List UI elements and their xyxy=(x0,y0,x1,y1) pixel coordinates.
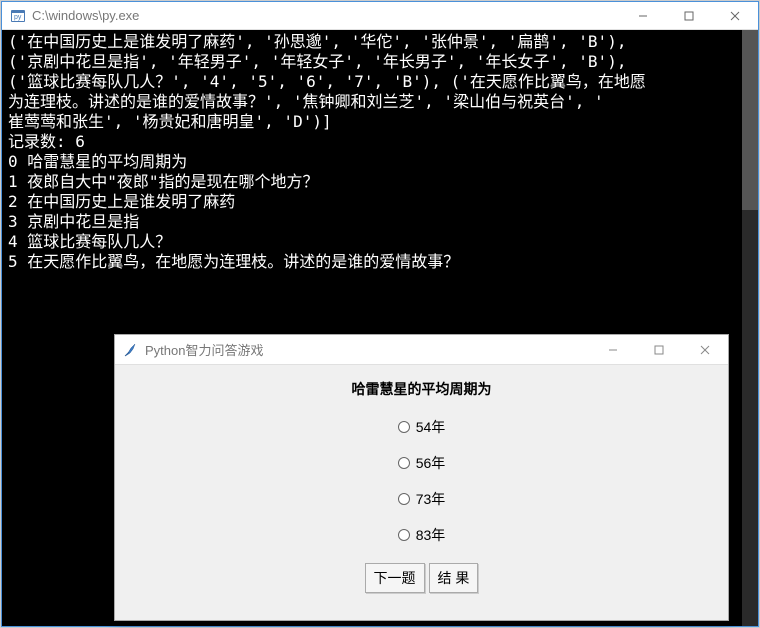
feather-icon xyxy=(123,342,139,358)
console-text: ('在中国历史上是谁发明了麻药', '孙思邈', '华佗', '张仲景', '扁… xyxy=(8,32,646,271)
console-scrollbar-thumb[interactable] xyxy=(742,30,758,210)
options-group: 54年 56年 73年 83年 xyxy=(115,417,728,545)
console-window-controls xyxy=(620,2,758,29)
quiz-window: Python智力问答游戏 哈雷慧星的平均周期为 54年 56年 xyxy=(114,334,729,621)
option-2[interactable]: 56年 xyxy=(398,453,446,473)
option-label: 54年 xyxy=(416,417,446,437)
maximize-button[interactable] xyxy=(666,2,712,30)
next-button[interactable]: 下一题 xyxy=(365,563,425,593)
console-titlebar: py C:\windows\py.exe xyxy=(2,2,758,30)
quiz-body: 哈雷慧星的平均周期为 54年 56年 73年 83年 下一题 结 果 xyxy=(115,365,728,593)
svg-text:py: py xyxy=(14,14,22,21)
radio-icon xyxy=(398,529,410,541)
quiz-title: Python智力问答游戏 xyxy=(145,340,590,359)
minimize-button[interactable] xyxy=(620,2,666,30)
option-label: 83年 xyxy=(416,525,446,545)
option-4[interactable]: 83年 xyxy=(398,525,446,545)
action-buttons: 下一题 结 果 xyxy=(115,563,728,593)
console-app-icon: py xyxy=(10,8,26,24)
quiz-maximize-button[interactable] xyxy=(636,335,682,365)
option-label: 73年 xyxy=(416,489,446,509)
console-title: C:\windows\py.exe xyxy=(32,8,620,23)
radio-icon xyxy=(398,493,410,505)
quiz-close-button[interactable] xyxy=(682,335,728,365)
option-3[interactable]: 73年 xyxy=(398,489,446,509)
radio-icon xyxy=(398,421,410,433)
console-scrollbar[interactable] xyxy=(742,30,758,626)
option-label: 56年 xyxy=(416,453,446,473)
quiz-titlebar: Python智力问答游戏 xyxy=(115,335,728,365)
quiz-window-controls xyxy=(590,335,728,364)
quiz-minimize-button[interactable] xyxy=(590,335,636,365)
result-button[interactable]: 结 果 xyxy=(429,563,479,593)
radio-icon xyxy=(398,457,410,469)
question-text: 哈雷慧星的平均周期为 xyxy=(115,379,728,399)
close-button[interactable] xyxy=(712,2,758,30)
option-1[interactable]: 54年 xyxy=(398,417,446,437)
